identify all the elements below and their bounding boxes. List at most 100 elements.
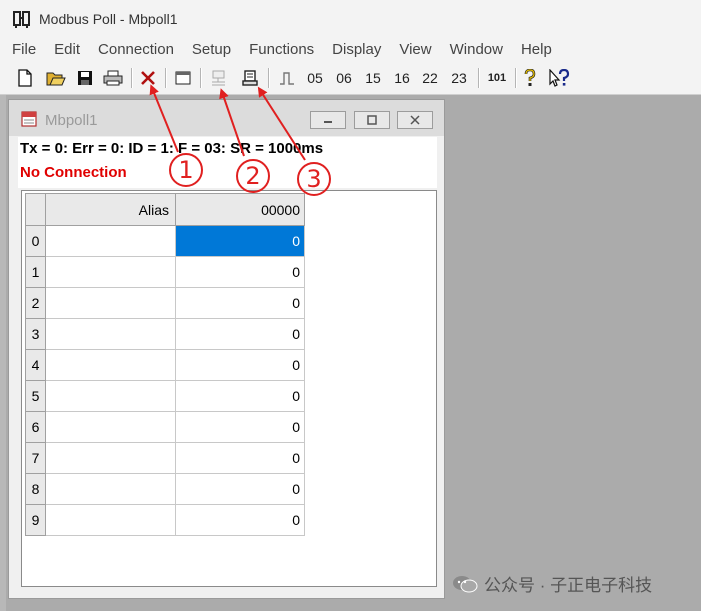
table-row: 5 0 [25, 380, 305, 412]
alias-cell[interactable] [45, 473, 176, 505]
row-header[interactable]: 9 [25, 504, 46, 536]
value-cell[interactable]: 0 [175, 349, 305, 381]
value-cell[interactable]: 0 [175, 442, 305, 474]
toolbar-separator [515, 68, 517, 88]
minimize-button[interactable] [310, 111, 346, 129]
value-cell[interactable]: 0 [175, 504, 305, 536]
function-22-button[interactable]: 22 [418, 67, 442, 89]
row-header[interactable]: 0 [25, 225, 46, 257]
close-icon [410, 115, 420, 125]
row-header[interactable]: 2 [25, 287, 46, 319]
menu-setup[interactable]: Setup [183, 38, 240, 62]
table-row: 7 0 [25, 442, 305, 474]
toolbar-separator [200, 68, 202, 88]
open-icon [46, 72, 66, 86]
value-cell[interactable]: 0 [175, 411, 305, 443]
child-title-bar[interactable]: Mbpoll1 [9, 100, 444, 136]
open-button[interactable] [44, 67, 68, 89]
row-header[interactable]: 7 [25, 442, 46, 474]
menu-bar: File Edit Connection Setup Functions Dis… [0, 38, 701, 62]
connect-icon [212, 70, 225, 86]
toolbar-separator [478, 68, 480, 88]
window-icon [175, 71, 191, 85]
table-row: 0 0 [25, 225, 305, 257]
register-column-header[interactable]: 00000 [175, 193, 305, 226]
value-cell[interactable]: 0 [175, 473, 305, 505]
function-23-button[interactable]: 23 [447, 67, 471, 89]
register-grid: Alias 00000 0 0 1 0 2 0 3 0 4 0 5 0 6 0 … [21, 190, 437, 587]
alias-cell[interactable] [45, 287, 176, 319]
table-row: 3 0 [25, 318, 305, 350]
maximize-icon [367, 115, 377, 125]
menu-display[interactable]: Display [323, 38, 390, 62]
menu-view[interactable]: View [390, 38, 440, 62]
connect-button[interactable] [208, 67, 230, 89]
function-15-button[interactable]: 15 [361, 67, 385, 89]
alias-cell[interactable] [45, 349, 176, 381]
alias-cell[interactable] [45, 256, 176, 288]
menu-window[interactable]: Window [441, 38, 512, 62]
menu-functions[interactable]: Functions [240, 38, 323, 62]
new-button[interactable] [14, 67, 36, 89]
annotation-number-3: 3 [297, 162, 331, 196]
value-cell[interactable]: 0 [175, 318, 305, 350]
table-row: 9 0 [25, 504, 305, 536]
alias-cell[interactable] [45, 411, 176, 443]
row-header[interactable]: 1 [25, 256, 46, 288]
mbpoll-child-window: Mbpoll1 Tx = 0: Err = 0: ID = 1: F = 03:… [8, 99, 445, 599]
pulse-button[interactable] [276, 67, 298, 89]
disconnect-button[interactable] [137, 67, 159, 89]
context-help-icon [549, 69, 570, 87]
row-header[interactable]: 8 [25, 473, 46, 505]
alias-column-header[interactable]: Alias [45, 193, 176, 226]
row-header[interactable]: 6 [25, 411, 46, 443]
menu-connection[interactable]: Connection [89, 38, 183, 62]
minimize-icon [324, 121, 332, 123]
alias-cell[interactable] [45, 380, 176, 412]
menu-help[interactable]: Help [512, 38, 561, 62]
value-cell[interactable]: 0 [175, 380, 305, 412]
value-cell[interactable]: 0 [175, 287, 305, 319]
menu-edit[interactable]: Edit [45, 38, 89, 62]
print-button[interactable] [101, 67, 125, 89]
value-cell-selected[interactable]: 0 [175, 225, 305, 257]
alias-cell[interactable] [45, 318, 176, 350]
background-window-edge [0, 95, 6, 611]
function-16-button[interactable]: 16 [390, 67, 414, 89]
close-button[interactable] [397, 111, 433, 129]
table-row: 4 0 [25, 349, 305, 381]
menu-file[interactable]: File [0, 38, 45, 62]
context-help-button[interactable] [546, 67, 572, 89]
alias-cell[interactable] [45, 225, 176, 257]
new-icon [18, 69, 32, 87]
maximize-button[interactable] [354, 111, 390, 129]
row-header[interactable]: 3 [25, 318, 46, 350]
value-cell[interactable]: 0 [175, 256, 305, 288]
row-header[interactable]: 5 [25, 380, 46, 412]
window-title: Modbus Poll - Mbpoll1 [39, 11, 178, 27]
alias-cell[interactable] [45, 442, 176, 474]
read-write-button[interactable] [239, 67, 261, 89]
watermark: 公众号 · 子正电子科技 [452, 571, 652, 596]
function-101-button[interactable]: 101 [484, 67, 510, 89]
title-bar: Modbus Poll - Mbpoll1 [0, 0, 701, 39]
table-row: 8 0 [25, 473, 305, 505]
table-row: 1 0 [25, 256, 305, 288]
window-button[interactable] [172, 67, 194, 89]
save-button[interactable] [74, 67, 96, 89]
corner-header[interactable] [25, 193, 46, 226]
function-06-button[interactable]: 06 [332, 67, 356, 89]
toolbar-separator [165, 68, 167, 88]
annotation-number-2: 2 [236, 159, 270, 193]
read-write-icon [242, 70, 258, 86]
toolbar-separator [131, 68, 133, 88]
row-header[interactable]: 4 [25, 349, 46, 381]
alias-cell[interactable] [45, 504, 176, 536]
print-icon [103, 70, 123, 86]
function-05-button[interactable]: 05 [303, 67, 327, 89]
help-icon [524, 69, 536, 86]
table-row: 2 0 [25, 287, 305, 319]
toolbar: 05 06 15 16 22 23 101 [0, 62, 701, 95]
disconnect-icon [141, 71, 155, 85]
help-button[interactable] [520, 67, 540, 89]
